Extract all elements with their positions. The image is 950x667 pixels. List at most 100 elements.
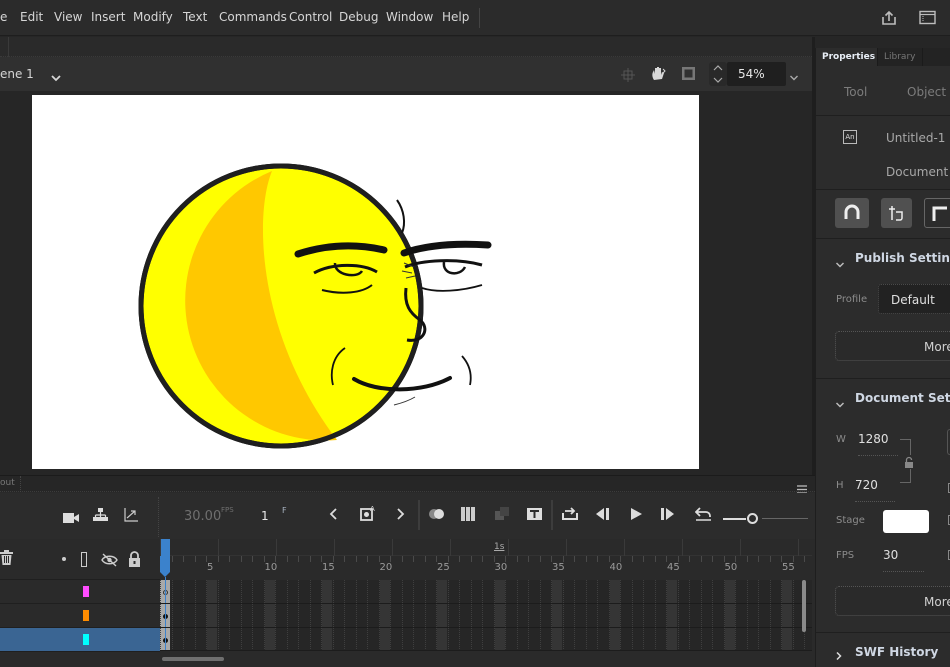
workspace-icon[interactable] [919,10,937,26]
panel-tab-output[interactable]: out [0,478,15,488]
frame-cell-marker [322,580,332,651]
insert-keyframe-icon[interactable]: A [360,505,376,522]
stage-color-swatch[interactable] [883,510,929,533]
height-input[interactable]: 720 [855,478,895,502]
menu-window[interactable]: Window [386,10,433,24]
undo-icon[interactable] [694,507,712,521]
visibility-icon[interactable] [101,552,118,567]
frame-divider [792,580,794,651]
layer-row[interactable] [0,580,160,604]
snap-magnet-button[interactable] [835,198,869,228]
ruler-tick [574,556,575,562]
graph-icon[interactable] [124,507,138,522]
onion-skin-icon[interactable] [428,508,446,520]
tab-library[interactable]: Library [877,48,923,66]
zoom-input[interactable]: 54% [727,62,786,86]
subtab-tool[interactable]: Tool [844,85,867,99]
horizontal-scrollbar[interactable] [162,657,224,661]
play-icon[interactable] [630,508,642,520]
lock-icon[interactable] [128,551,141,567]
tab-properties[interactable]: Properties [816,48,877,66]
panel-menu-icon[interactable] [797,479,807,494]
prev-keyframe-icon[interactable] [328,507,340,521]
ruler-tick [689,556,690,562]
layer-row[interactable] [0,604,160,628]
frame-cell-marker [264,580,275,651]
menu-help[interactable]: Help [442,10,469,24]
frame-cell-marker [379,580,390,651]
menu-modify[interactable]: Modify [133,10,173,24]
zoom-stepper[interactable] [709,62,727,86]
fit-frames-icon[interactable] [527,508,542,520]
rotate-hand-icon[interactable] [649,65,667,83]
document-settings-header[interactable]: Document Settir [855,391,950,405]
scene-name[interactable]: ene 1 [0,67,34,81]
frame-divider [539,580,541,651]
chevron-right-icon[interactable] [835,646,843,661]
chevron-down-icon[interactable] [835,254,845,268]
publish-settings-header[interactable]: Publish Settings [855,251,950,265]
horizontal-scroll-area [160,651,812,667]
clip-stage-icon[interactable] [681,66,696,81]
scene-dropdown-icon[interactable] [50,68,62,82]
stage-area [0,91,812,475]
next-keyframe-icon[interactable] [394,507,406,521]
time-ruler-division [508,539,509,556]
current-frame[interactable]: 1 [261,509,269,523]
highlight-dot-icon[interactable] [62,557,66,561]
delete-layer-icon[interactable] [0,550,13,565]
share-icon[interactable] [880,9,898,27]
layer-color-swatch[interactable] [83,586,89,597]
snap-rulers-button[interactable] [924,198,950,228]
swf-history-header[interactable]: SWF History [855,645,938,659]
edit-multiple-frames-icon[interactable] [461,507,477,521]
camera-icon[interactable] [63,509,79,523]
menu-commands[interactable]: Commands [219,10,287,24]
step-forward-icon[interactable] [660,508,674,520]
face-artwork[interactable] [32,95,699,469]
frames-grid[interactable]: 1s 5 10 15 20 25 30 35 40 45 50 55 [160,539,812,651]
fps-input[interactable]: 30 [883,548,924,572]
center-stage-icon[interactable] [621,67,635,82]
menu-edit[interactable]: Edit [20,10,43,24]
timeline-panel: out 30.00 FPS 1 F A 1s 5 10 15 20 25 30 … [0,475,815,667]
ruler-tick [401,556,403,562]
menu-control[interactable]: Control [289,10,332,24]
timeline-zoom-slider[interactable] [747,513,758,524]
ruler-tick [482,556,483,562]
lock-aspect-icon[interactable] [904,455,914,469]
snap-objects-button[interactable] [881,198,912,228]
layer-depth-icon[interactable] [93,507,108,521]
menu-file[interactable]: e [0,10,7,24]
profile-dropdown[interactable]: Default [878,284,950,314]
chevron-down-icon[interactable] [835,394,845,408]
layer-row[interactable] [0,628,160,652]
separator [816,632,950,633]
outline-toggle-icon[interactable] [81,552,87,567]
loop-icon[interactable] [562,507,579,521]
publish-more-button[interactable]: More [835,331,950,361]
time-ruler-division [682,539,683,556]
vertical-scrollbar[interactable] [802,580,806,632]
ruler-tick [804,556,805,562]
document-more-button[interactable]: More [835,586,950,616]
width-input[interactable]: 1280 [858,432,898,456]
menu-debug[interactable]: Debug [339,10,378,24]
fps-display[interactable]: 30.00 [184,509,221,524]
menu-text[interactable]: Text [183,10,207,24]
playhead-handle[interactable] [160,539,170,572]
subtab-object[interactable]: Object [907,85,946,99]
edit-bar: ene 1 54% [0,57,812,91]
frame-divider [424,580,426,651]
menu-insert[interactable]: Insert [91,10,125,24]
layer-color-swatch[interactable] [83,610,89,621]
layer-color-swatch[interactable] [83,634,89,645]
paste-frames-icon[interactable] [495,507,510,521]
svg-text:A: A [370,505,375,513]
stage-canvas[interactable] [32,95,699,469]
menu-view[interactable]: View [54,10,82,24]
frame-divider [275,580,276,651]
step-back-icon[interactable] [596,508,610,520]
zoom-dropdown-icon[interactable] [788,68,800,81]
playhead-line[interactable] [165,577,166,651]
